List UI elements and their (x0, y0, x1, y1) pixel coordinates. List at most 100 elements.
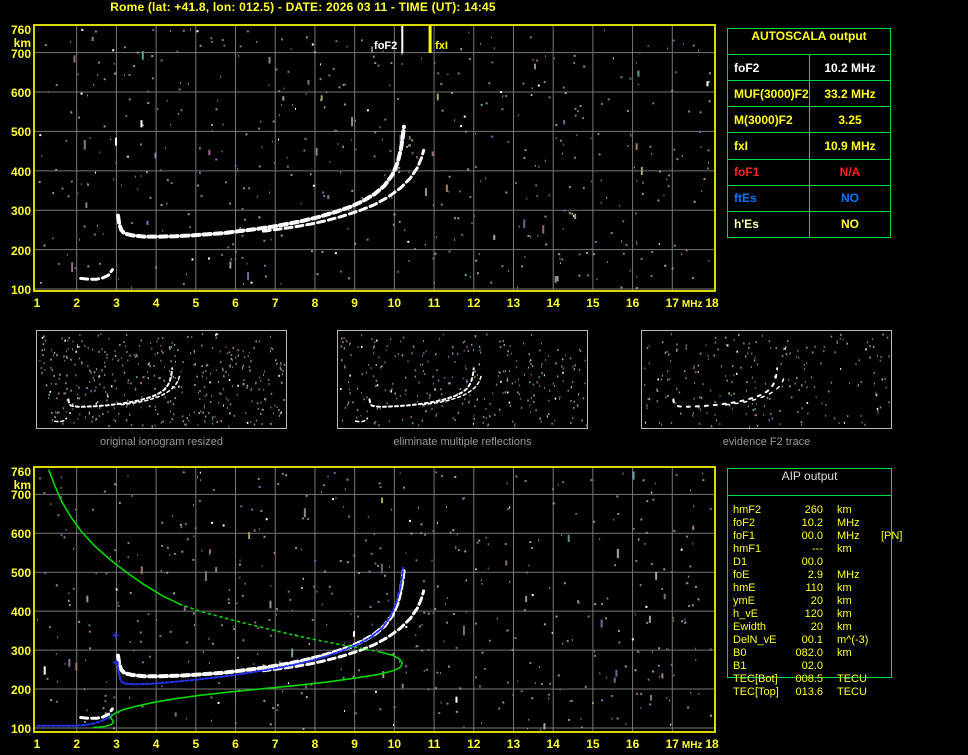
aip-row-label: B0 (733, 647, 747, 659)
autoscala-table-row: ftEs NO (728, 185, 890, 212)
autoscala-table-row: foF2 10.2 MHz (728, 55, 890, 82)
aip-row-label: B1 (733, 660, 747, 672)
x-axis-tick-label: 9 (351, 296, 358, 310)
aip-row-value: 082.0 (795, 647, 823, 659)
x-axis-tick-label: 7 (271, 296, 279, 310)
aip-row-unit: km (837, 621, 852, 633)
aip-row: hmF1 --- km (727, 543, 899, 556)
aip-row-label: DelN_vE (733, 634, 777, 646)
autoscala-row-value: 33.2 MHz (824, 86, 876, 101)
aip-row: h_vE 120 km (727, 608, 899, 621)
autoscala-row-label: MUF(3000)F2 (728, 81, 810, 107)
y-axis-tick-label: 760 (10, 465, 31, 479)
x-axis-tick-label: 3 (113, 737, 120, 751)
x-axis-tick-label: 5 (192, 737, 200, 751)
aip-row-unit: MHz (837, 517, 860, 529)
aip-row-label: foE (733, 569, 750, 581)
aip-row: B0 082.0 km (727, 647, 899, 660)
thumbnail-original-canvas (39, 333, 286, 428)
station-date-time-title: Rome (lat: +41.8, lon: 012.5) - DATE: 20… (110, 0, 496, 14)
thumbnail-caption-original: original ionogram resized (100, 436, 223, 448)
x-axis-tick-label: 16 (625, 737, 640, 751)
autoscala-row-label: fxI (728, 133, 810, 159)
y-axis-tick-label: 500 (10, 566, 31, 581)
y-axis-tick-label: 760 (10, 23, 31, 37)
aip-row-value: 110 (805, 582, 823, 594)
aip-row: Ewidth 20 km (727, 621, 899, 634)
x-axis-tick-label: 1 (33, 737, 41, 751)
aip-row: hmF2 260 km (727, 504, 899, 517)
aip-row: D1 00.0 (727, 556, 899, 569)
y-axis-tick-label: 400 (10, 605, 31, 620)
x-axis-tick-label: 11 (427, 737, 441, 751)
y-axis-tick-label: 300 (10, 204, 31, 219)
aip-row: B1 02.0 (727, 660, 899, 673)
autoscala-row-value: NO (841, 217, 859, 232)
bottom-ionogram-canvas (35, 468, 714, 731)
aip-row: foE 2.9 MHz (727, 569, 899, 582)
y-axis-tick-label: 100 (10, 283, 31, 297)
aip-row: TEC[Bot] 008.5 TECU (727, 673, 899, 686)
top-ionogram-plot: foF2 fxI (33, 24, 716, 292)
aip-row-unit: km (837, 595, 852, 607)
x-axis-tick-label: 7 (271, 737, 279, 751)
x-axis-tick-label: 16 (625, 296, 640, 310)
aip-row-unit: m^(-3) (837, 634, 869, 646)
aip-row-value: 2.9 (807, 569, 823, 581)
aip-row-label: D1 (733, 556, 748, 568)
x-axis-tick-label: 13 (506, 737, 521, 751)
y-axis-tick-label: 300 (10, 644, 31, 659)
aip-row-unit (837, 556, 881, 569)
aip-row-label: hmE (733, 582, 756, 594)
autoscala-row-label: foF1 (728, 159, 810, 185)
aip-row: foF2 10.2 MHz (727, 517, 899, 530)
aip-row-value: 120 (804, 608, 823, 620)
thumbnail-original-ionogram (36, 330, 287, 429)
autoscala-row-label: h'Es (728, 211, 810, 237)
x-axis-unit-label: MHz (681, 299, 703, 310)
autoscala-table-header: AUTOSCALA output (728, 29, 890, 55)
aip-row-unit: km (837, 582, 852, 594)
x-axis-tick-label: 5 (192, 296, 200, 310)
x-axis-tick-label: 15 (586, 737, 600, 751)
aip-row: ymE 20 km (727, 595, 899, 608)
autoscala-app-window: Rome (lat: +41.8, lon: 012.5) - DATE: 20… (0, 0, 968, 755)
autoscala-row-value: 3.25 (838, 112, 862, 127)
aip-row-value: 20 (810, 621, 823, 633)
aip-row-value: 013.6 (795, 686, 823, 698)
x-axis-tick-label: 12 (467, 737, 481, 751)
aip-row-label: h_vE (733, 608, 759, 620)
aip-row-unit: km (837, 543, 852, 555)
y-axis-tick-label: 400 (10, 164, 31, 179)
x-axis-tick-label: 8 (311, 296, 319, 310)
aip-row-unit: TECU (837, 673, 867, 685)
aip-row-label: hmF2 (733, 504, 762, 516)
thumbnail-eliminate-canvas (340, 333, 588, 428)
thumbnail-caption-evidence: evidence F2 trace (722, 436, 811, 448)
aip-row-unit: km (837, 504, 852, 516)
aip-row-label: foF1 (733, 530, 756, 542)
autoscala-row-value: 10.9 MHz (824, 138, 876, 153)
autoscala-row-value: N/A (839, 165, 861, 180)
thumbnail-caption-eliminate: eliminate multiple reflections (393, 436, 532, 448)
x-axis-tick-label: 13 (506, 296, 521, 310)
autoscala-row-value: 10.2 MHz (824, 60, 876, 75)
aip-row: foF1 00.0 MHz [PN] (727, 530, 903, 543)
autoscala-table-row: foF1 N/A (728, 159, 890, 186)
aip-row-extra: [PN] (881, 530, 903, 542)
x-axis-tick-label: 12 (467, 296, 481, 310)
x-axis-tick-label: 11 (427, 296, 441, 310)
autoscala-row-label: M(3000)F2 (728, 107, 810, 133)
x-axis-tick-label: 14 (546, 296, 560, 310)
aip-row-unit: MHz (837, 530, 860, 542)
autoscala-table-row: M(3000)F2 3.25 (728, 107, 890, 134)
aip-row-label: ymE (733, 595, 755, 607)
autoscala-row-label: foF2 (728, 55, 810, 81)
x-axis-tick-label: 4 (152, 296, 160, 310)
x-axis-tick-label: 3 (113, 296, 120, 310)
aip-row-value: 008.5 (795, 673, 823, 685)
aip-row: DelN_vE 00.1 m^(-3) (727, 634, 899, 647)
svg-text:foF2: foF2 (374, 40, 397, 52)
aip-row: hmE 110 km (727, 582, 899, 595)
y-axis-unit-label: km (13, 36, 31, 50)
